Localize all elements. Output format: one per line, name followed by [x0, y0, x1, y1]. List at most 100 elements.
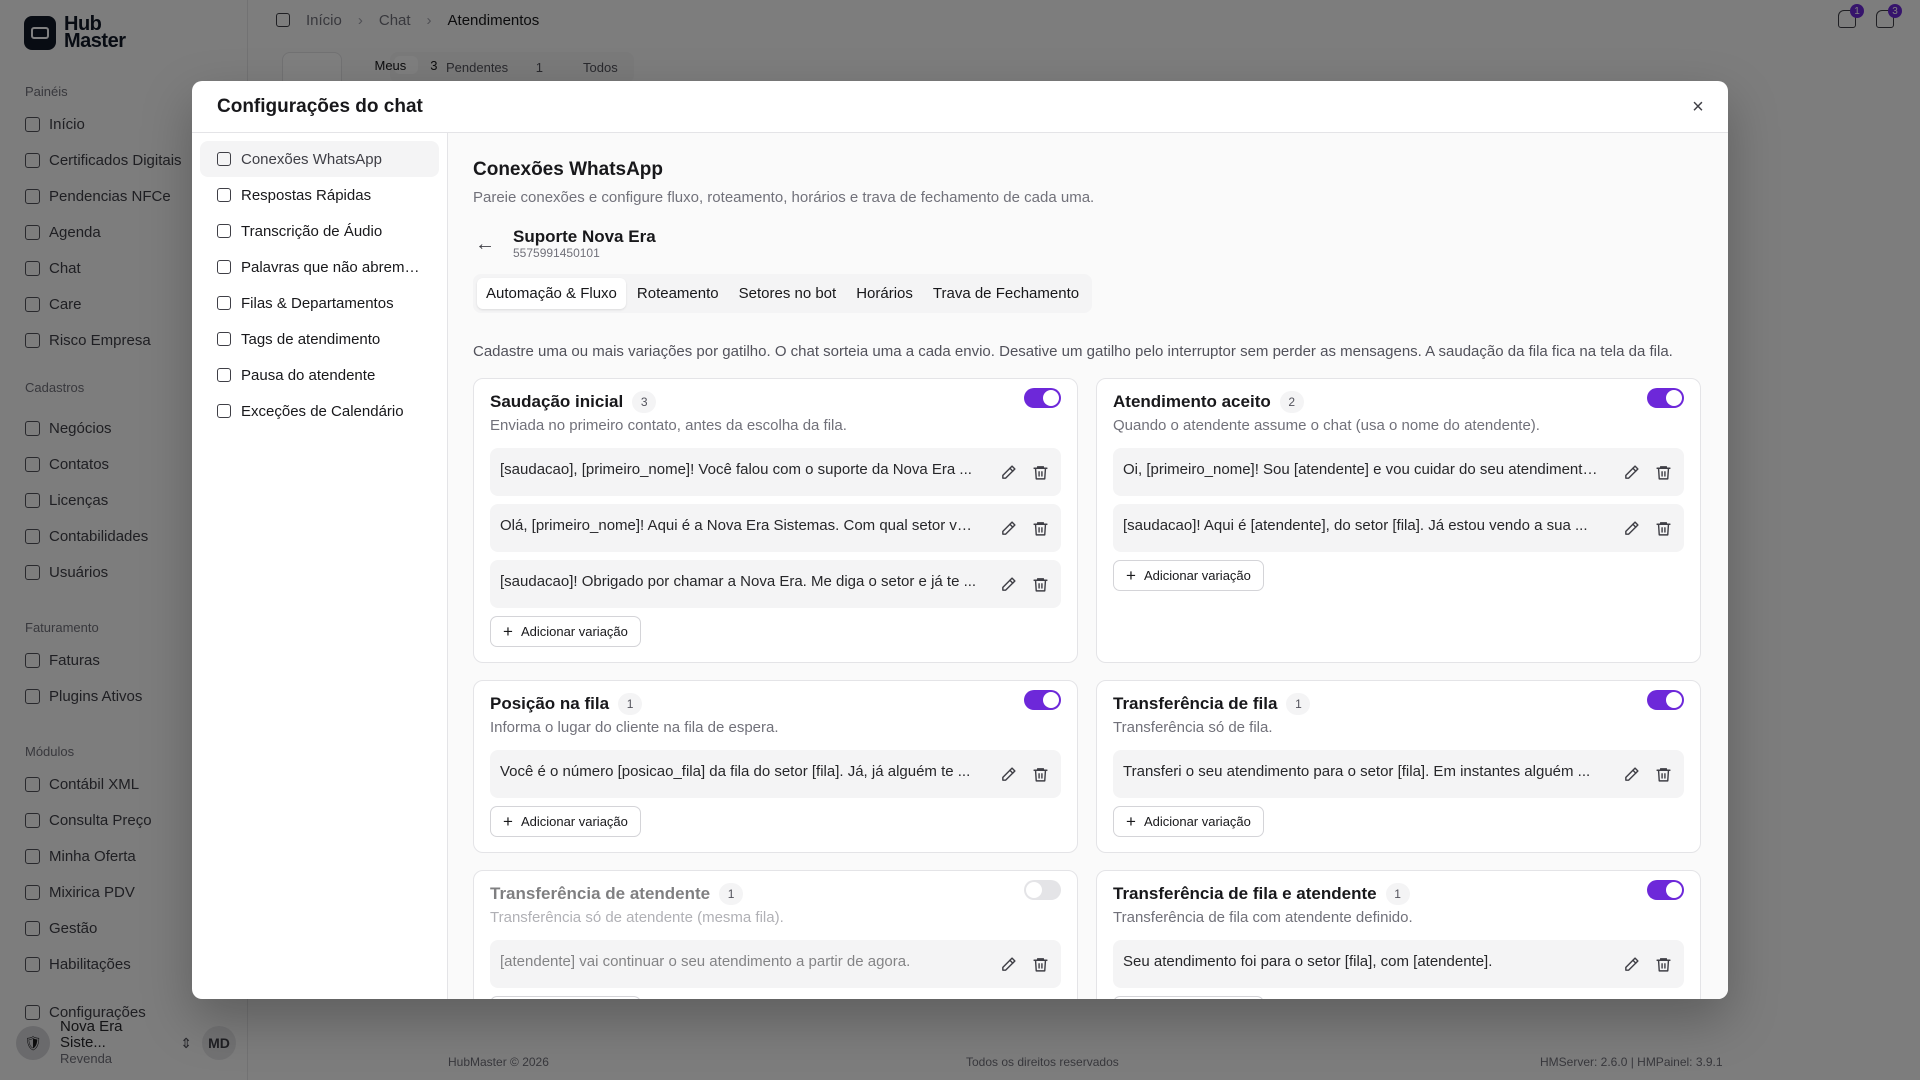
- tag-icon: [217, 332, 231, 346]
- nav-item-label: Conexões WhatsApp: [241, 150, 382, 168]
- nav-item-conexoes-whatsapp[interactable]: Conexões WhatsApp: [200, 141, 439, 177]
- trigger-toggle[interactable]: [1647, 388, 1684, 408]
- trigger-title: Transferência de fila e atendente: [1113, 884, 1377, 903]
- trigger-toggle[interactable]: [1647, 690, 1684, 710]
- trigger-description: Quando o atendente assume o chat (usa o …: [1113, 417, 1540, 434]
- message-text: Você é o número [posicao_fila] da fila d…: [500, 762, 971, 780]
- connection-number: 5575991450101: [513, 246, 600, 260]
- message-variation: Olá, [primeiro_nome]! Aqui é a Nova Era …: [490, 504, 1061, 552]
- trash-icon[interactable]: [1031, 955, 1049, 973]
- pause-icon: [217, 368, 231, 382]
- message-variation: Transferi o seu atendimento para o setor…: [1113, 750, 1684, 798]
- nav-item-pausa-do-atendente[interactable]: Pausa do atendente: [200, 357, 439, 393]
- trigger-toggle[interactable]: [1024, 880, 1061, 900]
- trigger-title: Transferência de atendente: [490, 884, 711, 903]
- nav-item-transcricao-de-audio[interactable]: Transcrição de Áudio: [200, 213, 439, 249]
- trigger-title: Saudação inicial: [490, 392, 624, 411]
- variation-count-badge: 1: [1385, 883, 1410, 905]
- message-actions: [1622, 463, 1672, 481]
- pencil-icon[interactable]: [999, 575, 1017, 593]
- trash-icon[interactable]: [1031, 575, 1049, 593]
- add-variation-button[interactable]: +Adicionar variação: [490, 996, 641, 999]
- message-actions: [999, 463, 1049, 481]
- message-actions: [999, 575, 1049, 593]
- variation-count-badge: 1: [719, 883, 744, 905]
- trigger-card-atendimento-aceito: Atendimento aceito 2 Quando o atendente as…: [1096, 378, 1701, 663]
- captions-icon: [217, 224, 231, 238]
- modal-header: Configurações do chat: [192, 81, 1728, 133]
- add-variation-button[interactable]: +Adicionar variação: [490, 616, 641, 647]
- list-icon: [217, 296, 231, 310]
- trigger-card-saudacao-inicial: Saudação inicial 3 Enviada no primeiro con…: [473, 378, 1078, 663]
- add-variation-button[interactable]: +Adicionar variação: [490, 806, 641, 837]
- tab-roteamento[interactable]: Roteamento: [628, 278, 728, 309]
- close-icon[interactable]: ×: [1686, 95, 1710, 119]
- trigger-card-transferencia-de-fila: Transferência de fila 1 Transferência só d…: [1096, 680, 1701, 853]
- nav-item-label: Filas & Departamentos: [241, 294, 394, 312]
- message-variations: Você é o número [posicao_fila] da fila d…: [490, 750, 1061, 798]
- trash-icon[interactable]: [1031, 519, 1049, 537]
- nav-item-excecoes-de-calendario[interactable]: Exceções de Calendário: [200, 393, 439, 429]
- tab-automacao-fluxo[interactable]: Automação & Fluxo: [477, 278, 626, 309]
- plus-icon: +: [1126, 811, 1136, 831]
- trigger-toggle[interactable]: [1024, 690, 1061, 710]
- add-variation-button[interactable]: +Adicionar variação: [1113, 560, 1264, 591]
- card-header: Saudação inicial 3: [490, 391, 1061, 413]
- trigger-toggle[interactable]: [1647, 880, 1684, 900]
- trash-icon[interactable]: [1654, 463, 1672, 481]
- add-variation-label: Adicionar variação: [1143, 568, 1251, 583]
- pencil-icon[interactable]: [999, 765, 1017, 783]
- message-variation: Seu atendimento foi para o setor [fila],…: [1113, 940, 1684, 988]
- message-variations: Transferi o seu atendimento para o setor…: [1113, 750, 1684, 798]
- trigger-card-transferencia-de-atendente: Transferência de atendente 1 Transferência…: [473, 870, 1078, 999]
- trigger-description: Informa o lugar do cliente na fila de es…: [490, 719, 779, 736]
- tab-setores-no-bot[interactable]: Setores no bot: [730, 278, 846, 309]
- message-actions: [999, 519, 1049, 537]
- pencil-icon[interactable]: [1622, 519, 1640, 537]
- settings-content: Conexões WhatsApp Pareie conexões e conf…: [448, 133, 1728, 999]
- message-text: Oi, [primeiro_nome]! Sou [atendente] e v…: [1123, 460, 1603, 478]
- section-subtitle: Pareie conexões e configure fluxo, rotea…: [473, 189, 1095, 206]
- pencil-icon[interactable]: [1622, 955, 1640, 973]
- nav-item-label: Palavras que não abrem ...: [241, 258, 421, 276]
- pencil-icon[interactable]: [1622, 765, 1640, 783]
- message-actions: [1622, 519, 1672, 537]
- arrow-left-icon[interactable]: ←: [473, 233, 497, 256]
- card-header: Transferência de atendente 1: [490, 883, 1061, 905]
- trigger-grid: Saudação inicial 3 Enviada no primeiro con…: [473, 378, 1704, 999]
- nav-item-palavras-que-nao-abrem[interactable]: Palavras que não abrem ...: [200, 249, 439, 285]
- nav-item-tags-de-atendimento[interactable]: Tags de atendimento: [200, 321, 439, 357]
- add-variation-button[interactable]: +Adicionar variação: [1113, 996, 1264, 999]
- add-variation-button[interactable]: +Adicionar variação: [1113, 806, 1264, 837]
- trash-icon[interactable]: [1654, 955, 1672, 973]
- pencil-icon[interactable]: [1622, 463, 1640, 481]
- variation-count-badge: 3: [632, 391, 657, 413]
- trash-icon[interactable]: [1031, 765, 1049, 783]
- nav-item-respostas-rapidas[interactable]: Respostas Rápidas: [200, 177, 439, 213]
- info-text: Cadastre uma ou mais variações por gatil…: [473, 343, 1673, 360]
- trash-icon[interactable]: [1031, 463, 1049, 481]
- tab-trava-de-fechamento[interactable]: Trava de Fechamento: [924, 278, 1088, 309]
- nav-item-filas-departamentos[interactable]: Filas & Departamentos: [200, 285, 439, 321]
- connection-name: Suporte Nova Era: [513, 227, 656, 246]
- pencil-icon[interactable]: [999, 519, 1017, 537]
- pencil-icon[interactable]: [999, 955, 1017, 973]
- pencil-icon[interactable]: [999, 463, 1017, 481]
- trigger-description: Enviada no primeiro contato, antes da es…: [490, 417, 847, 434]
- trash-icon[interactable]: [1654, 519, 1672, 537]
- message-text: [saudacao], [primeiro_nome]! Você falou …: [500, 460, 972, 478]
- add-variation-label: Adicionar variação: [520, 814, 628, 829]
- trash-icon[interactable]: [1654, 765, 1672, 783]
- settings-nav: Conexões WhatsApp Respostas Rápidas Transc…: [192, 133, 448, 999]
- message-variation: [saudacao]! Aqui é [atendente], do setor…: [1113, 504, 1684, 552]
- add-variation-label: Adicionar variação: [520, 624, 628, 639]
- nav-item-label: Tags de atendimento: [241, 330, 381, 348]
- tab-horarios[interactable]: Horários: [847, 278, 922, 309]
- message-actions: [1622, 765, 1672, 783]
- trigger-toggle[interactable]: [1024, 388, 1061, 408]
- card-header: Atendimento aceito 2: [1113, 391, 1684, 413]
- nav-item-label: Pausa do atendente: [241, 366, 376, 384]
- message-variations: [saudacao], [primeiro_nome]! Você falou …: [490, 448, 1061, 608]
- variation-count-badge: 1: [618, 693, 643, 715]
- trigger-title: Posição na fila: [490, 694, 610, 713]
